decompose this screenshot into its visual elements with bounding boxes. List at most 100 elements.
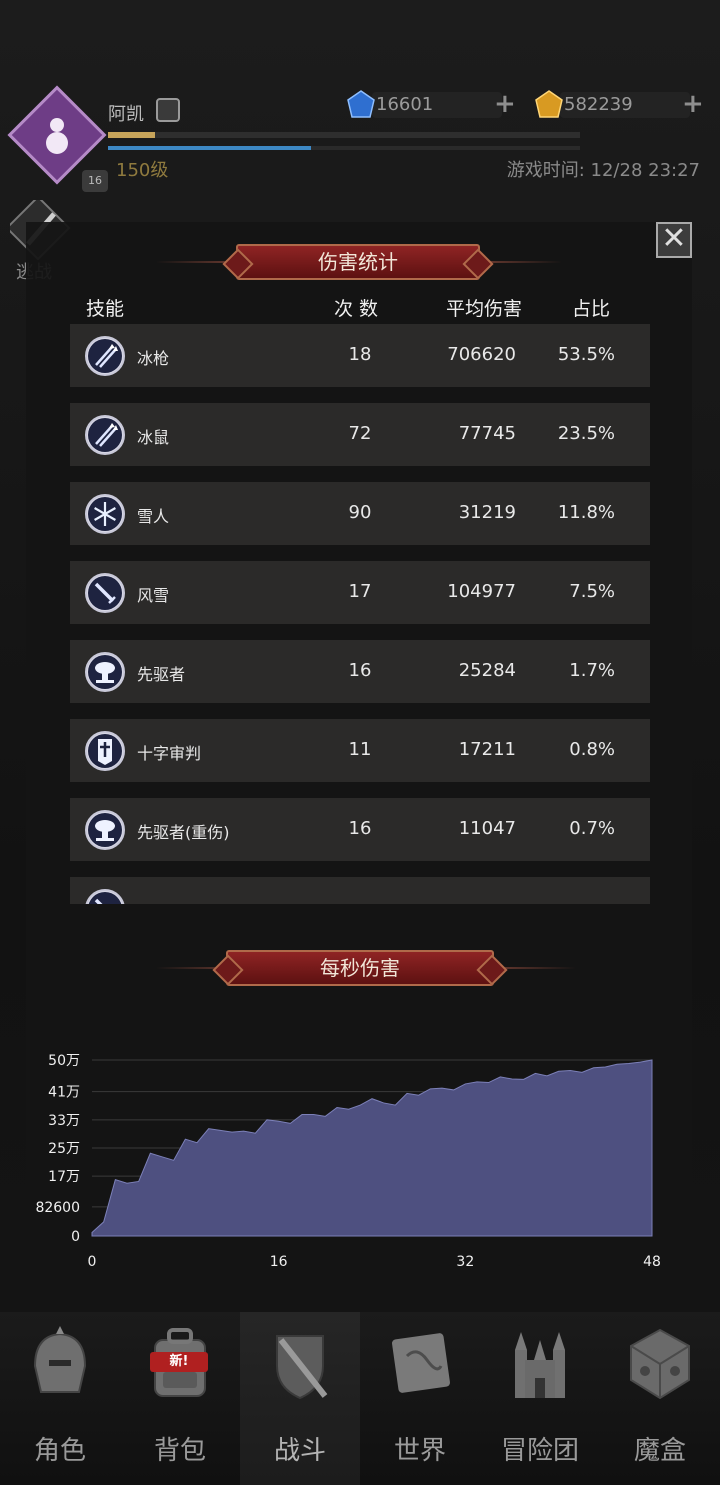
gourd-icon [46, 118, 68, 154]
damage-percent: 23.5% [557, 423, 615, 444]
game-time: 游戏时间: 12/28 23:27 [506, 160, 700, 181]
blue-gem-icon [347, 90, 375, 118]
avg-damage: 25284 [458, 660, 516, 681]
nav-item[interactable]: 冒险团 [480, 1312, 600, 1485]
add-currency-button[interactable]: + [682, 90, 704, 118]
hit-count: 17 [348, 581, 372, 602]
skill-name: 先驱者 [137, 665, 186, 684]
damage-percent: 11.8% [557, 502, 615, 523]
damage-percent: 1.7% [569, 660, 615, 681]
new-badge: 新! [150, 1352, 208, 1372]
nav-label: 战斗 [273, 1436, 326, 1466]
damage-percent: 53.5% [557, 344, 615, 365]
snowflake-icon [88, 497, 122, 531]
y-tick-label: 0 [71, 1229, 80, 1245]
bottom-nav: 角色 新! 背包 战斗 世界 冒险团 魔盒 [0, 1312, 720, 1485]
player-level: 150级 [116, 160, 169, 181]
currency-value: 582239 [564, 94, 633, 115]
dps-chart-svg: 0 82600 17万 25万 33万 41万 50万 0 16 32 48 [35, 1053, 660, 1270]
damage-stats-title: 伤害统计 [236, 244, 480, 280]
skill-icon-frame [85, 573, 125, 613]
avg-damage: 104977 [447, 581, 516, 602]
skill-name: 十字审判 [137, 744, 202, 763]
map-scroll-icon [392, 1333, 450, 1393]
ice-spear-icon [88, 339, 122, 373]
xp-bar [108, 132, 580, 138]
skill-row[interactable]: 冰枪 18 706620 53.5% [70, 324, 650, 387]
avg-damage: 77745 [458, 423, 516, 444]
y-tick-label: 50万 [48, 1053, 80, 1069]
skill-name: 冰枪 [137, 349, 170, 368]
hit-count: 90 [348, 502, 372, 523]
skill-row[interactable]: 十字审判 11 17211 0.8% [70, 719, 650, 782]
mushroom-cloud-icon [88, 655, 122, 689]
y-tick-label: 41万 [48, 1085, 80, 1101]
header-avg-damage: 平均伤害 [446, 298, 523, 320]
magic-cube-icon [630, 1328, 690, 1400]
x-tick-label: 32 [456, 1254, 474, 1270]
avg-damage: 31219 [458, 502, 516, 523]
gold-gem-icon [535, 90, 563, 118]
header-percent: 占比 [572, 298, 611, 320]
y-tick-label: 17万 [48, 1169, 80, 1185]
ice-spear-icon [88, 418, 122, 452]
skill-row[interactable]: 冰鼠 72 77745 23.5% [70, 403, 650, 466]
helmet-icon [33, 1326, 87, 1393]
nav-label: 背包 [153, 1436, 206, 1466]
add-currency-button[interactable]: + [494, 90, 516, 118]
avg-damage: 11047 [458, 818, 516, 839]
nav-item[interactable]: 魔盒 [600, 1312, 720, 1485]
damage-percent: 0.7% [569, 818, 615, 839]
skill-row[interactable]: 先驱者(重伤) 16 11047 0.7% [70, 798, 650, 861]
skill-row[interactable]: 雪人 90 31219 11.8% [70, 482, 650, 545]
nav-label: 魔盒 [633, 1436, 686, 1466]
nav-label: 世界 [393, 1436, 446, 1466]
skill-name: 先驱者(重伤) [137, 823, 230, 842]
player-avatar[interactable] [7, 85, 107, 185]
skill-row[interactable]: 风雪 17 104977 7.5% [70, 561, 650, 624]
y-tick-label: 33万 [48, 1113, 80, 1129]
damage-percent: 0.8% [569, 739, 615, 760]
avatar-level-badge: 16 [82, 170, 108, 192]
y-tick-label: 82600 [35, 1200, 80, 1216]
nav-item[interactable]: 新! 背包 [120, 1312, 240, 1485]
hit-count: 11 [348, 739, 372, 760]
skill-row[interactable] [70, 877, 650, 904]
cross-banner-icon [88, 734, 122, 768]
skill-name: 风雪 [137, 586, 170, 605]
skill-icon-frame [85, 415, 125, 455]
skill-row[interactable]: 先驱者 16 25284 1.7% [70, 640, 650, 703]
nav-item[interactable]: 世界 [360, 1312, 480, 1485]
close-button[interactable]: ✕ [656, 222, 692, 258]
header-skill: 技能 [86, 298, 125, 320]
damage-table[interactable]: 冰枪 18 706620 53.5% 冰鼠 72 77745 23.5% 雪人 90 31219 11… [70, 324, 650, 904]
skill-icon-frame [85, 810, 125, 850]
skill-name: 雪人 [137, 507, 170, 526]
hit-count: 16 [348, 660, 372, 681]
castle-icon [515, 1332, 565, 1398]
damage-stats-banner: 伤害统计 [156, 244, 562, 280]
dps-chart: 0 82600 17万 25万 33万 41万 50万 0 16 32 48 [26, 1040, 692, 1280]
edit-name-icon[interactable] [156, 98, 180, 122]
nav-label: 角色 [33, 1436, 86, 1466]
sword-icon [88, 576, 122, 610]
skill-icon-frame [85, 494, 125, 534]
hit-count: 16 [348, 818, 372, 839]
mp-bar [108, 146, 580, 150]
damage-percent: 7.5% [569, 581, 615, 602]
header-count: 次 数 [334, 298, 379, 320]
nav-item[interactable]: 角色 [0, 1312, 120, 1485]
mushroom-cloud-icon [88, 813, 122, 847]
player-name: 阿凯 [108, 104, 144, 125]
dps-banner: 每秒伤害 [156, 950, 576, 986]
x-tick-label: 0 [88, 1254, 97, 1270]
nav-label: 冒险团 [500, 1436, 579, 1466]
dps-chart-title: 每秒伤害 [226, 950, 494, 986]
sword-icon [88, 892, 122, 904]
avg-damage: 706620 [447, 344, 516, 365]
y-tick-label: 25万 [48, 1141, 80, 1157]
skill-icon-frame [85, 889, 125, 904]
nav-item[interactable]: 战斗 [240, 1312, 360, 1485]
skill-icon-frame [85, 336, 125, 376]
hit-count: 18 [348, 344, 372, 365]
